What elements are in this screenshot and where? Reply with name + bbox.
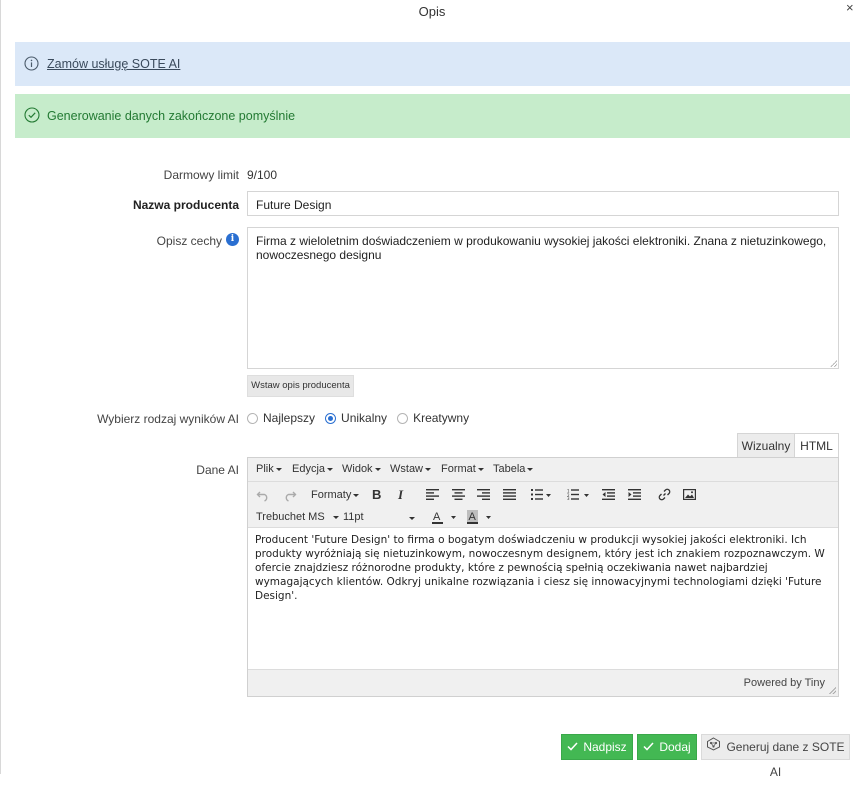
menu-label: Edycja (292, 463, 326, 475)
ai-brain-icon (706, 735, 721, 760)
formats-dropdown[interactable]: Formaty (311, 489, 360, 501)
dialog-left-border (0, 0, 1, 774)
menu-label: Plik (256, 463, 274, 475)
tab-wizualny[interactable]: Wizualny (737, 433, 795, 458)
check-icon (567, 735, 578, 760)
insert-manufacturer-description-button[interactable]: Wstaw opis producenta (247, 375, 354, 397)
link-icon[interactable] (658, 488, 671, 501)
free-limit-value: 9/100 (247, 168, 278, 182)
add-label: Dodaj (659, 740, 691, 754)
dialog-title: Opis (418, 4, 446, 19)
check-circle-icon (24, 107, 40, 126)
overwrite-label: Nadpisz (583, 740, 627, 754)
success-alert: Generowanie danych zakończone pomyślnie (15, 94, 850, 138)
menu-label: Widok (342, 463, 373, 475)
numbered-list-icon[interactable]: 123 (567, 489, 589, 500)
powered-by-tiny-link[interactable]: Powered by Tiny (744, 677, 825, 689)
radio-button[interactable] (247, 412, 258, 424)
rich-text-editor: Plik Edycja Widok Wstaw Format Tabela Fo… (247, 457, 839, 697)
info-icon[interactable]: i (226, 233, 239, 246)
menu-label: Tabela (493, 463, 526, 475)
chevron-down-icon (409, 517, 415, 520)
menu-format[interactable]: Format (441, 463, 484, 475)
menu-wstaw[interactable]: Wstaw (390, 463, 431, 475)
outdent-icon[interactable] (602, 489, 615, 500)
radio-kreatywny[interactable]: Kreatywny (397, 411, 469, 425)
radio-label: Kreatywny (413, 411, 470, 425)
menu-widok[interactable]: Widok (342, 463, 381, 475)
radio-unikalny[interactable]: Unikalny (325, 411, 387, 425)
radio-button-selected[interactable] (325, 412, 337, 424)
font-family-label: Trebuchet MS (256, 511, 325, 523)
info-circle-icon (24, 56, 39, 74)
redo-icon[interactable] (283, 488, 297, 502)
editor-content[interactable]: Producent 'Future Design' to firma o bog… (248, 528, 838, 670)
svg-text:A: A (433, 511, 441, 523)
menu-label: Wstaw (390, 463, 423, 475)
describe-label: Opisz cechy (156, 234, 222, 248)
generate-sote-ai-button[interactable]: Generuj dane z SOTE AI (701, 734, 850, 779)
align-justify-icon[interactable] (503, 489, 516, 500)
add-button[interactable]: Dodaj (637, 734, 697, 760)
bold-icon[interactable]: B (372, 487, 381, 502)
background-color-icon[interactable]: A (467, 510, 493, 524)
result-type-radio-group: Najlepszy Unikalny Kreatywny (247, 410, 479, 426)
chevron-down-icon (425, 467, 431, 471)
check-icon (643, 735, 654, 760)
info-alert: Zamów usługę SOTE AI (15, 42, 850, 86)
menu-edycja[interactable]: Edycja (292, 463, 334, 475)
align-right-icon[interactable] (477, 489, 490, 500)
font-size-dropdown[interactable]: 11pt (343, 511, 415, 523)
align-left-icon[interactable] (426, 489, 439, 500)
image-icon[interactable] (683, 489, 696, 500)
overwrite-button[interactable]: Nadpisz (561, 734, 633, 760)
success-message: Generowanie danych zakończone pomyślnie (47, 109, 296, 123)
indent-icon[interactable] (628, 489, 641, 500)
radio-label: Unikalny (341, 411, 388, 425)
chevron-down-icon (374, 467, 381, 471)
ai-data-label: Dane AI (196, 463, 239, 477)
chevron-down-icon (275, 467, 282, 471)
editor-menubar: Plik Edycja Widok Wstaw Format Tabela (248, 458, 838, 482)
undo-icon[interactable] (256, 488, 270, 502)
chevron-down-icon (527, 467, 534, 471)
font-family-dropdown[interactable]: Trebuchet MS (256, 511, 339, 523)
text-color-icon[interactable]: A (432, 510, 458, 524)
menu-label: Format (441, 463, 476, 475)
italic-icon[interactable]: I (398, 487, 403, 503)
tab-html[interactable]: HTML (794, 433, 839, 458)
order-sote-ai-link[interactable]: Zamów usługę SOTE AI (47, 57, 180, 71)
menu-plik[interactable]: Plik (256, 463, 282, 475)
close-icon[interactable]: × (846, 0, 854, 15)
generate-label: Generuj dane z SOTE AI (726, 740, 845, 780)
chevron-down-icon (332, 515, 339, 519)
free-limit-label: Darmowy limit (163, 168, 239, 182)
result-type-label: Wybierz rodzaj wyników AI (97, 412, 239, 426)
font-size-label: 11pt (343, 511, 364, 523)
resize-handle-icon[interactable] (829, 687, 836, 694)
resize-handle-icon[interactable] (830, 360, 837, 367)
menu-tabela[interactable]: Tabela (493, 463, 534, 475)
radio-button[interactable] (397, 412, 409, 424)
bullet-list-icon[interactable] (531, 489, 551, 500)
formats-label: Formaty (311, 489, 352, 501)
align-center-icon[interactable] (452, 489, 465, 500)
describe-textarea[interactable]: Firma z wieloletnim doświadczeniem w pro… (247, 227, 839, 369)
editor-toolbar: Formaty B I 123 Trebuchet MS 11pt A A (248, 482, 838, 528)
describe-text: Firma z wieloletnim doświadczeniem w pro… (256, 234, 827, 262)
manufacturer-label: Nazwa producenta (132, 198, 239, 212)
radio-najlepszy[interactable]: Najlepszy (247, 411, 315, 425)
editor-statusbar: Powered by Tiny (248, 669, 838, 696)
manufacturer-input[interactable]: Future Design (247, 191, 839, 216)
radio-label: Najlepszy (263, 411, 316, 425)
svg-text:3: 3 (567, 496, 570, 500)
svg-text:A: A (469, 511, 477, 523)
chevron-down-icon (353, 493, 360, 497)
chevron-down-icon (327, 467, 334, 471)
chevron-down-icon (477, 467, 484, 471)
